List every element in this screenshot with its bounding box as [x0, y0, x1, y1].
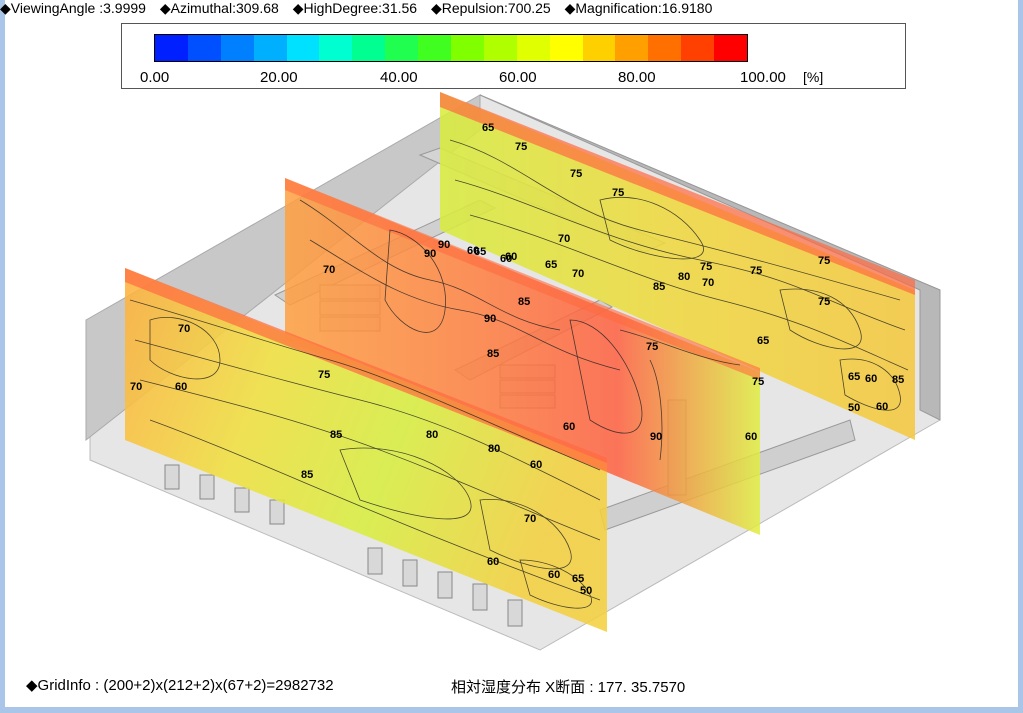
legend-swatch	[352, 35, 386, 61]
legend-swatch	[451, 35, 484, 61]
legend-swatch	[549, 35, 583, 61]
legend-tick: 60.00	[499, 69, 537, 86]
contour-label: 80	[426, 429, 438, 441]
section-info: 相対湿度分布 X断面 : 177. 35.7570	[451, 679, 686, 696]
contour-label: 85	[301, 469, 313, 481]
contour-label: 75	[612, 187, 624, 199]
contour-label: 70	[524, 513, 536, 525]
legend-tick: 80.00	[618, 69, 656, 86]
contour-label: 70	[178, 323, 190, 335]
contour-label: 85	[653, 281, 665, 293]
contour-label: 65	[545, 259, 557, 271]
contour-label: 60	[530, 459, 542, 471]
grid-info: ◆GridInfo : (200+2)x(212+2)x(67+2)=29827…	[26, 677, 334, 694]
color-legend: 0.00 20.00 40.00 60.00 80.00 100.00 [%]	[121, 23, 906, 89]
contour-label: 75	[515, 141, 527, 153]
contour-label: 85	[487, 348, 499, 360]
contour-label: 65	[757, 335, 769, 347]
contour-label: 65	[572, 573, 584, 585]
legend-swatch	[286, 35, 320, 61]
contour-label: 65	[848, 371, 860, 383]
contour-label: 70	[702, 277, 714, 289]
legend-tick: 100.00	[740, 69, 786, 86]
legend-tick: 20.00	[260, 69, 298, 86]
legend-swatch	[582, 35, 616, 61]
contour-label: 85	[518, 296, 530, 308]
contour-label: 75	[646, 341, 658, 353]
legend-swatch	[681, 35, 715, 61]
room-scene[interactable]: 65 75 70 75 75 60 65 80 70 75 85 60 75 7…	[0, 0, 1023, 713]
legend-unit: [%]	[803, 69, 824, 85]
legend-swatch	[516, 35, 550, 61]
contour-label: 70	[558, 233, 570, 245]
legend-tick: 40.00	[380, 69, 418, 86]
contour-label: 70	[130, 381, 142, 393]
contour-label: 60	[876, 401, 888, 413]
contour-label: 50	[580, 585, 592, 597]
legend-swatch	[385, 35, 419, 61]
contour-label: 60	[745, 431, 757, 443]
legend-swatch	[253, 35, 287, 61]
contour-label: 70	[572, 268, 584, 280]
contour-label: 90	[438, 239, 450, 251]
contour-label: 75	[818, 255, 830, 267]
legend-swatch	[220, 35, 254, 61]
contour-label: 60	[487, 556, 499, 568]
contour-label: 60	[548, 569, 560, 581]
grid-info-panel: ◆GridInfo : (200+2)x(212+2)x(67+2)=29827…	[20, 673, 430, 703]
contour-label: 50	[848, 402, 860, 414]
contour-label: 90	[484, 313, 496, 325]
section-info-panel: 相対湿度分布 X断面 : 177. 35.7570	[445, 673, 1013, 703]
contour-label: 60	[505, 251, 517, 263]
contour-label: 75	[818, 296, 830, 308]
contour-label: 75	[700, 261, 712, 273]
legend-swatch	[615, 35, 649, 61]
legend-swatch	[714, 35, 748, 61]
legend-color-bar	[154, 34, 748, 62]
contour-label: 75	[318, 369, 330, 381]
legend-swatch	[155, 35, 188, 61]
contour-label: 85	[892, 374, 904, 386]
contour-label: 60	[175, 381, 187, 393]
contour-label: 90	[424, 248, 436, 260]
legend-tick: 0.00	[140, 69, 170, 86]
contour-label: 90	[650, 431, 662, 443]
contour-label: 85	[330, 429, 342, 441]
contour-label: 75	[752, 376, 764, 388]
legend-swatch	[483, 35, 517, 61]
legend-swatch	[187, 35, 221, 61]
contour-label: 75	[750, 265, 762, 277]
contour-label: 70	[323, 264, 335, 276]
contour-label: 80	[678, 271, 690, 283]
contour-label: 75	[570, 168, 582, 180]
contour-label: 65	[482, 122, 494, 134]
contour-label: 60	[563, 421, 575, 433]
contour-label: 80	[488, 443, 500, 455]
legend-swatch	[319, 35, 353, 61]
legend-swatch	[648, 35, 682, 61]
contour-label: 65	[474, 246, 486, 258]
legend-swatch	[418, 35, 452, 61]
contour-label: 60	[865, 373, 877, 385]
